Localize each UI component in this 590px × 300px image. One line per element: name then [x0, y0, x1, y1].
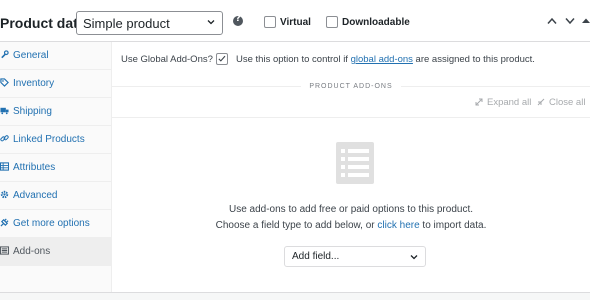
gear-icon — [0, 190, 9, 199]
global-addons-label: Use Global Add-Ons? — [121, 54, 213, 65]
expand-icon — [475, 98, 483, 106]
plugin-icon — [0, 218, 9, 227]
add-field-value: Add field... — [292, 251, 340, 262]
add-field-select[interactable]: Add field... — [284, 246, 426, 267]
global-addons-link[interactable]: global add-ons — [351, 54, 413, 65]
global-addons-description: Use this option to control if global add… — [236, 54, 535, 65]
global-addons-row: Use Global Add-Ons? Use this option to c… — [112, 42, 590, 76]
tab-inventory-label: Inventory — [13, 78, 55, 89]
product-data-header: Product data — Simple product ? Virtual … — [0, 0, 590, 42]
expand-all-link[interactable]: Expand all — [487, 97, 531, 108]
global-addons-checkbox[interactable] — [216, 53, 228, 65]
toggle-panel-icon[interactable] — [582, 17, 590, 25]
tab-advanced-label: Advanced — [13, 190, 58, 201]
downloadable-label: Downloadable — [342, 17, 410, 28]
tab-shipping-label: Shipping — [13, 106, 52, 117]
close-all-link[interactable]: Close all — [549, 97, 585, 108]
tab-attributes[interactable]: Attributes — [0, 154, 112, 182]
tab-shipping[interactable]: Shipping — [0, 98, 112, 126]
virtual-checkbox[interactable] — [264, 16, 276, 28]
tab-linked-products[interactable]: Linked Products — [0, 126, 112, 154]
truck-icon — [0, 107, 9, 115]
help-icon[interactable]: ? — [233, 14, 243, 26]
move-down-icon[interactable] — [565, 17, 575, 25]
tab-attributes-label: Attributes — [13, 162, 56, 173]
virtual-label: Virtual — [280, 17, 311, 28]
empty-state-instructions: Choose a field type to add below, or cli… — [215, 220, 487, 231]
tab-get-more-options[interactable]: Get more options — [0, 210, 112, 238]
tab-general-label: General — [13, 50, 49, 61]
checkmark-icon — [218, 55, 226, 62]
tab-advanced[interactable]: Advanced — [0, 182, 112, 210]
panel-footer — [0, 292, 590, 300]
list-icon — [0, 246, 9, 255]
table-icon — [0, 162, 9, 171]
wrench-icon — [1, 50, 9, 59]
tab-linked-products-label: Linked Products — [13, 134, 85, 145]
product-data-tabs: General Inventory Shipping Linked Produc… — [0, 42, 112, 300]
main-divider — [112, 117, 590, 118]
chevron-down-icon — [410, 255, 418, 260]
empty-state-message: Use add-ons to add free or paid options … — [228, 204, 474, 215]
product-type-value: Simple product — [83, 16, 170, 31]
collapse-icon — [537, 98, 545, 106]
section-title: PRODUCT ADD-ONS — [112, 83, 590, 90]
import-data-link[interactable]: click here — [377, 220, 419, 231]
tab-add-ons-label: Add-ons — [13, 246, 51, 257]
tag-icon — [0, 78, 9, 87]
chevron-down-icon — [207, 20, 215, 25]
add-ons-panel: Use Global Add-Ons? Use this option to c… — [112, 42, 590, 300]
tab-add-ons[interactable]: Add-ons — [0, 238, 112, 266]
tab-inventory[interactable]: Inventory — [0, 70, 112, 98]
link-icon — [0, 135, 9, 142]
tab-get-more-options-label: Get more options — [13, 218, 90, 229]
product-type-select[interactable]: Simple product — [76, 11, 223, 35]
move-up-icon[interactable] — [547, 17, 557, 25]
tab-general[interactable]: General — [0, 42, 112, 70]
empty-list-icon — [336, 142, 374, 184]
downloadable-checkbox[interactable] — [326, 16, 338, 28]
